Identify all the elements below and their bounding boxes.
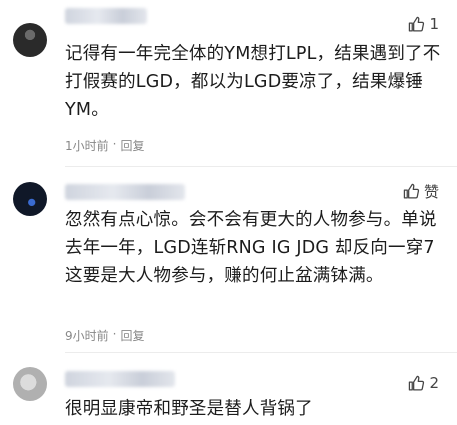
avatar[interactable]: [13, 182, 47, 216]
comment-text: 忽然有点心惊。会不会有更大的人物参与。单说去年一年，LGD连斩RNG IG JD…: [65, 210, 437, 286]
like-count: 1: [429, 15, 439, 33]
avatar[interactable]: [13, 23, 47, 57]
divider: [65, 352, 457, 353]
like-button[interactable]: 2: [408, 374, 439, 392]
username-blurred[interactable]: [65, 184, 185, 200]
avatar[interactable]: [13, 367, 47, 401]
like-label: 赞: [423, 183, 439, 201]
reply-button[interactable]: 回复: [120, 327, 144, 344]
comment-time: 9小时前: [65, 329, 109, 343]
like-button[interactable]: 1: [408, 15, 439, 33]
thumbs-up-icon: [409, 16, 425, 32]
divider: [65, 166, 457, 167]
comment-meta: 1小时前 · 回复: [65, 137, 144, 154]
like-count: 2: [429, 374, 439, 392]
meta-separator: ·: [112, 137, 117, 151]
username-blurred[interactable]: [65, 371, 175, 387]
like-button[interactable]: 赞: [403, 181, 439, 202]
comment-text: 很明显康帝和野圣是替人背锅了: [65, 399, 313, 419]
comment-text: 记得有一年完全体的YM想打LPL，结果遇到了不打假赛的LGD，都以为LGD要凉了…: [65, 44, 441, 120]
comment-meta: 9小时前 · 回复: [65, 327, 144, 344]
reply-button[interactable]: 回复: [120, 137, 144, 154]
thumbs-up-icon: [409, 375, 425, 391]
thumbs-up-icon: [403, 183, 420, 199]
meta-separator: ·: [112, 327, 117, 341]
username-blurred[interactable]: [65, 8, 147, 24]
comment-time: 1小时前: [65, 139, 109, 153]
